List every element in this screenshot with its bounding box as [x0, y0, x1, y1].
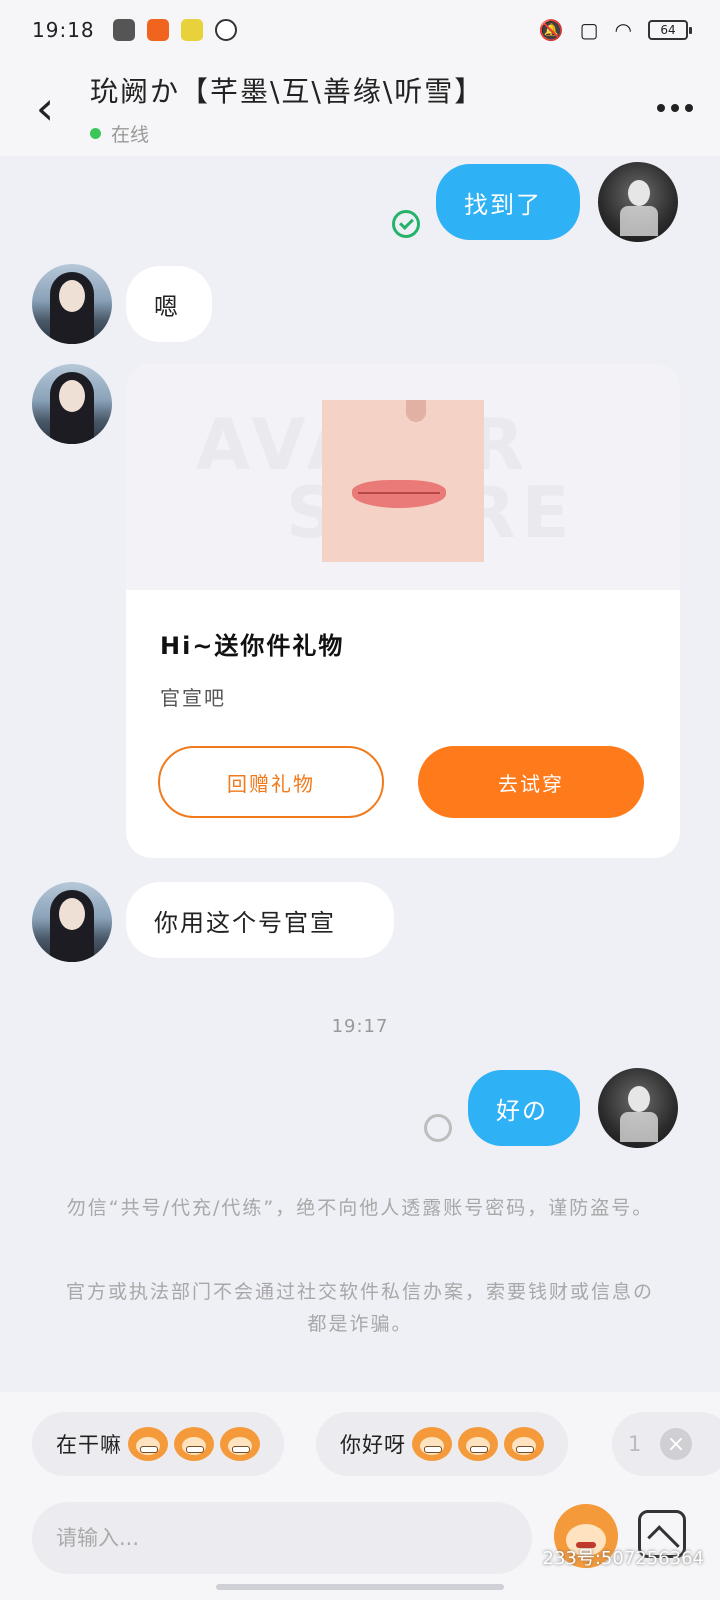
quick-reply-bar: 在干嘛 你好呀 1 × — [0, 1392, 720, 1492]
chat-header: ‹ 玧阙か【芊墨\互\善缘\听雪】 在线 — [0, 60, 720, 156]
online-status: 在线 — [90, 120, 630, 147]
status-icons: 🔕 ▢ ◠ 64 — [538, 18, 692, 42]
quick-reply-text: 1 — [628, 1432, 643, 1456]
user-id-watermark: 233号:507256364 — [542, 1548, 705, 1569]
read-check-icon — [392, 210, 420, 238]
message-input[interactable] — [32, 1502, 532, 1574]
input-bar: 233号:507256364 — [0, 1492, 720, 1600]
back-button[interactable]: ‹ — [0, 60, 90, 156]
message-bubble-incoming[interactable]: 嗯 — [126, 266, 212, 342]
monkey-smile-icon — [504, 1427, 544, 1461]
message-text: 找到了 — [464, 190, 542, 219]
app-notification-icon — [180, 19, 203, 41]
status-bar: 19:18 🔕 ▢ ◠ 64 — [0, 0, 720, 60]
app-notification-icon — [112, 19, 135, 41]
online-status-text: 在线 — [111, 123, 150, 146]
try-on-button[interactable]: 去试穿 — [418, 746, 644, 818]
close-icon: × — [666, 1431, 686, 1457]
battery-level: 64 — [660, 23, 676, 37]
more-dots-icon — [685, 104, 693, 112]
online-dot-icon — [90, 127, 101, 139]
home-indicator[interactable] — [216, 1584, 504, 1590]
security-notice: 官方或执法部门不会通过社交软件私信办案，索要钱财或信息の都是诈骗。 — [65, 1281, 654, 1335]
message-text: 你用这个号官宣 — [154, 908, 336, 937]
chevron-left-icon: ‹ — [35, 81, 55, 135]
contact-avatar[interactable] — [32, 264, 112, 344]
message-text: 好の — [496, 1096, 548, 1125]
close-quick-replies-button[interactable]: × — [660, 1428, 692, 1460]
self-avatar[interactable] — [598, 162, 678, 242]
return-gift-button[interactable]: 回赠礼物 — [158, 746, 384, 818]
contact-avatar[interactable] — [32, 882, 112, 962]
gift-card[interactable]: AVATAR STORE Hi~送你件礼物 官宣吧 回赠礼物 去试穿 — [126, 364, 680, 858]
sending-status-icon — [424, 1114, 452, 1142]
chat-title-area: 玧阙か【芊墨\互\善缘\听雪】 在线 — [90, 70, 630, 147]
monkey-grin-icon — [174, 1427, 214, 1461]
message-bubble-outgoing[interactable]: 好の — [468, 1070, 580, 1146]
sim-icon: ▢ — [579, 18, 599, 42]
wifi-icon: ◠ — [614, 18, 632, 42]
gift-title: Hi~送你件礼物 — [160, 632, 345, 660]
message-bubble-outgoing[interactable]: 找到了 — [436, 164, 580, 240]
quick-reply-chip[interactable]: 在干嘛 — [32, 1412, 284, 1476]
contact-name: 玧阙か【芊墨\互\善缘\听雪】 — [90, 74, 485, 108]
more-dots-icon — [657, 104, 665, 112]
app-notification-icon — [214, 19, 237, 41]
mute-icon: 🔕 — [538, 18, 564, 42]
message-bubble-incoming[interactable]: 你用这个号官宣 — [126, 882, 394, 958]
gift-subtitle: 官宣吧 — [160, 686, 226, 710]
more-dots-icon — [671, 104, 679, 112]
status-time: 19:18 — [32, 18, 95, 42]
self-avatar[interactable] — [598, 1068, 678, 1148]
message-text: 嗯 — [154, 292, 180, 321]
quick-reply-text: 你好呀 — [340, 1433, 406, 1457]
monkey-grin-icon — [128, 1427, 168, 1461]
more-options-button[interactable] — [630, 60, 720, 156]
gift-preview: AVATAR STORE — [126, 364, 680, 590]
security-notice: 勿信“共号/代充/代练”，绝不向他人透露账号密码，谨防盗号。 — [66, 1197, 654, 1219]
app-notification-icon — [146, 19, 169, 41]
monkey-smile-icon — [412, 1427, 452, 1461]
monkey-grin-icon — [220, 1427, 260, 1461]
quick-reply-chip[interactable]: 你好呀 — [316, 1412, 568, 1476]
message-timestamp: 19:17 — [331, 1016, 389, 1037]
quick-reply-text: 在干嘛 — [56, 1433, 122, 1457]
contact-avatar[interactable] — [32, 364, 112, 444]
message-list[interactable]: 找到了 嗯 AVATAR STORE Hi~送你件礼物 官宣吧 回赠礼物 去试穿… — [0, 156, 720, 1392]
gift-item-image — [322, 400, 484, 562]
battery-icon: 64 — [648, 20, 692, 40]
monkey-smile-icon — [458, 1427, 498, 1461]
